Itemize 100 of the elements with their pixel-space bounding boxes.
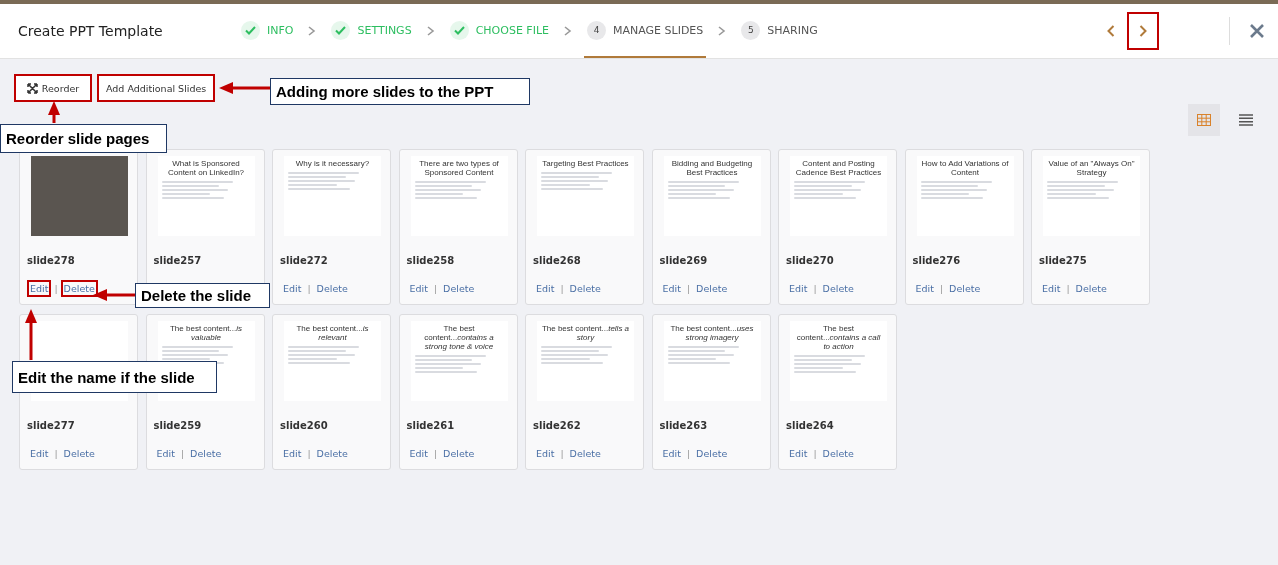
check-icon	[449, 20, 469, 40]
callout-label: Edit the name if the slide	[12, 361, 217, 393]
slide-heading: The best content...contains a strong tone & voice	[423, 324, 495, 351]
edit-link[interactable]: Edit	[533, 280, 558, 297]
slide-heading: The best content...uses strong imagery	[669, 324, 755, 342]
slide-name: slide277	[27, 420, 76, 431]
edit-link[interactable]: Edit	[280, 445, 305, 462]
callout-label: Reorder slide pages	[0, 124, 167, 153]
view-toggle[interactable]	[1188, 104, 1220, 136]
callout-arrow	[93, 289, 135, 301]
edit-link[interactable]: Edit	[406, 445, 431, 462]
slide-heading: Content and Posting Cadence Best Practices	[794, 159, 883, 177]
delete-link[interactable]: Delete	[187, 445, 225, 462]
link-separator: |	[54, 448, 58, 459]
slide-name: slide262	[533, 420, 582, 431]
chevron-left-icon	[1107, 25, 1115, 37]
delete-link[interactable]: Delete	[693, 445, 731, 462]
chevron-icon	[426, 26, 435, 36]
next-button[interactable]	[1127, 12, 1159, 50]
slide-heading: How to Add Variations of Content	[920, 159, 1010, 177]
step-number: 4	[587, 20, 606, 40]
delete-link[interactable]: Delete	[440, 280, 478, 297]
slide-name: slide263	[659, 420, 709, 431]
link-separator: |	[813, 283, 817, 294]
slide-name: slide278	[27, 255, 76, 266]
check-icon	[331, 20, 351, 40]
slide-heading: The best content...is valuable	[168, 324, 243, 342]
delete-link[interactable]: Delete	[440, 445, 478, 462]
link-separator: |	[307, 283, 311, 294]
link-separator: |	[813, 448, 817, 459]
edit-link[interactable]: Edit	[406, 280, 431, 297]
link-separator: |	[54, 283, 58, 294]
slide-name: slide276	[912, 255, 962, 266]
delete-link[interactable]: Delete	[566, 280, 604, 297]
chevron-right-icon	[1139, 25, 1147, 37]
delete-link[interactable]: Delete	[1072, 280, 1110, 297]
edit-link[interactable]: Edit	[153, 445, 178, 462]
link-separator: |	[560, 448, 564, 459]
step-number: 5	[741, 20, 761, 40]
wizard-step[interactable]: 5 SHARING	[738, 4, 821, 58]
slide-name: slide270	[786, 255, 835, 266]
chevron-icon	[718, 26, 727, 36]
slide-name: slide275	[1039, 255, 1088, 266]
link-separator: |	[560, 283, 564, 294]
slide-name: slide257	[153, 255, 203, 266]
wizard-step[interactable]: 4 MANAGE SLIDES	[584, 4, 707, 58]
slide-name: slide260	[280, 420, 329, 431]
check-icon	[241, 20, 260, 40]
reorder-button[interactable]: Reorder	[14, 74, 92, 102]
delete-link[interactable]: Delete	[60, 445, 98, 462]
link-separator: |	[1066, 283, 1070, 294]
expand-arrows-icon	[26, 82, 38, 94]
link-separator: |	[433, 448, 438, 459]
edit-link[interactable]: Edit	[659, 280, 684, 297]
add-slides-button[interactable]: Add Additional Slides	[97, 74, 216, 102]
edit-link[interactable]: Edit	[27, 445, 52, 462]
slide-heading: The best content...is relevant	[295, 324, 370, 342]
delete-link[interactable]: Delete	[313, 280, 351, 297]
slide-heading: Value of an "Always On" Strategy	[1047, 159, 1136, 177]
close-icon	[1250, 24, 1264, 38]
slide-name: slide259	[153, 420, 203, 431]
edit-link[interactable]: Edit	[533, 445, 558, 462]
chevron-icon	[308, 26, 317, 36]
link-separator: |	[686, 283, 691, 294]
link-separator: |	[939, 283, 944, 294]
chevron-icon	[564, 26, 572, 36]
edit-link[interactable]: Edit	[27, 280, 52, 297]
slide-name: slide269	[659, 255, 709, 266]
slide-heading: Why is it necessary?	[294, 159, 371, 168]
slide-name: slide272	[280, 255, 329, 266]
slide-heading: What is Sponsored Content on LinkedIn?	[166, 159, 246, 177]
link-separator: |	[307, 448, 311, 459]
link-separator: |	[686, 448, 691, 459]
delete-link[interactable]: Delete	[566, 445, 604, 462]
link-separator: |	[433, 283, 438, 294]
edit-link[interactable]: Edit	[280, 280, 305, 297]
slide-name: slide268	[533, 255, 582, 266]
callout-label: Delete the slide	[135, 283, 270, 308]
delete-link[interactable]: Delete	[819, 280, 857, 297]
edit-link[interactable]: Edit	[786, 445, 811, 462]
delete-link[interactable]: Delete	[693, 280, 731, 297]
edit-link[interactable]: Edit	[786, 280, 811, 297]
list-icon	[1239, 114, 1253, 126]
delete-link[interactable]: Delete	[60, 280, 98, 297]
edit-link[interactable]: Edit	[1039, 280, 1064, 297]
slide-name: slide261	[406, 420, 456, 431]
link-separator: |	[180, 448, 185, 459]
grid-icon	[1197, 114, 1211, 126]
callout-arrow	[25, 309, 37, 360]
delete-link[interactable]: Delete	[946, 280, 984, 297]
slide-heading: The best content...contains a call to action	[795, 324, 882, 351]
delete-link[interactable]: Delete	[313, 445, 351, 462]
edit-link[interactable]: Edit	[659, 445, 684, 462]
delete-link[interactable]: Delete	[819, 445, 857, 462]
slide-heading: Bidding and Budgeting Best Practices	[670, 159, 754, 177]
slide-heading: There are two types of Sponsored Content	[418, 159, 500, 177]
slide-heading: Targeting Best Practices	[541, 159, 630, 168]
edit-link[interactable]: Edit	[912, 280, 937, 297]
callout-arrow	[219, 82, 270, 94]
callout-label: Adding more slides to the PPT	[270, 78, 530, 105]
